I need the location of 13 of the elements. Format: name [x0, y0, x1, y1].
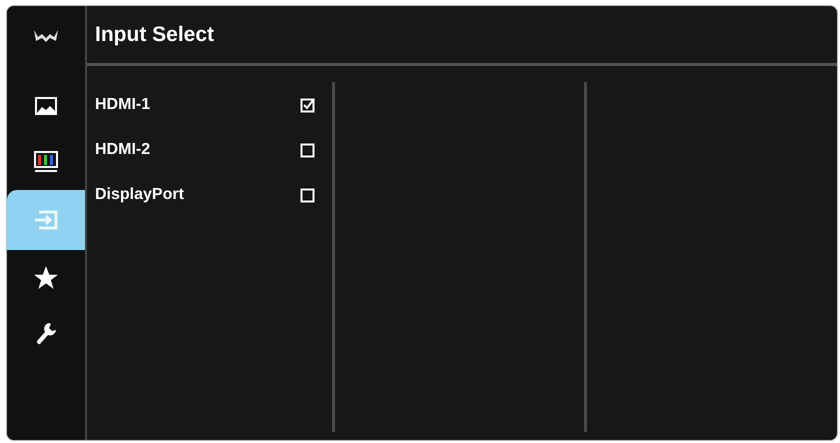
- input-option[interactable]: HDMI-2: [95, 140, 150, 158]
- checkbox[interactable]: [300, 186, 316, 202]
- input-option[interactable]: HDMI-1: [95, 96, 150, 114]
- color-bars-icon: [34, 151, 58, 173]
- wrench-icon: [35, 322, 57, 346]
- checkbox[interactable]: [300, 96, 316, 112]
- image-icon: [35, 97, 57, 115]
- input-icon: [33, 210, 59, 230]
- star-icon: [33, 265, 59, 291]
- checkbox[interactable]: [300, 142, 316, 158]
- logo-icon: [33, 29, 59, 43]
- input-option[interactable]: DisplayPort: [95, 186, 184, 204]
- menu-title: Input Select: [95, 22, 214, 46]
